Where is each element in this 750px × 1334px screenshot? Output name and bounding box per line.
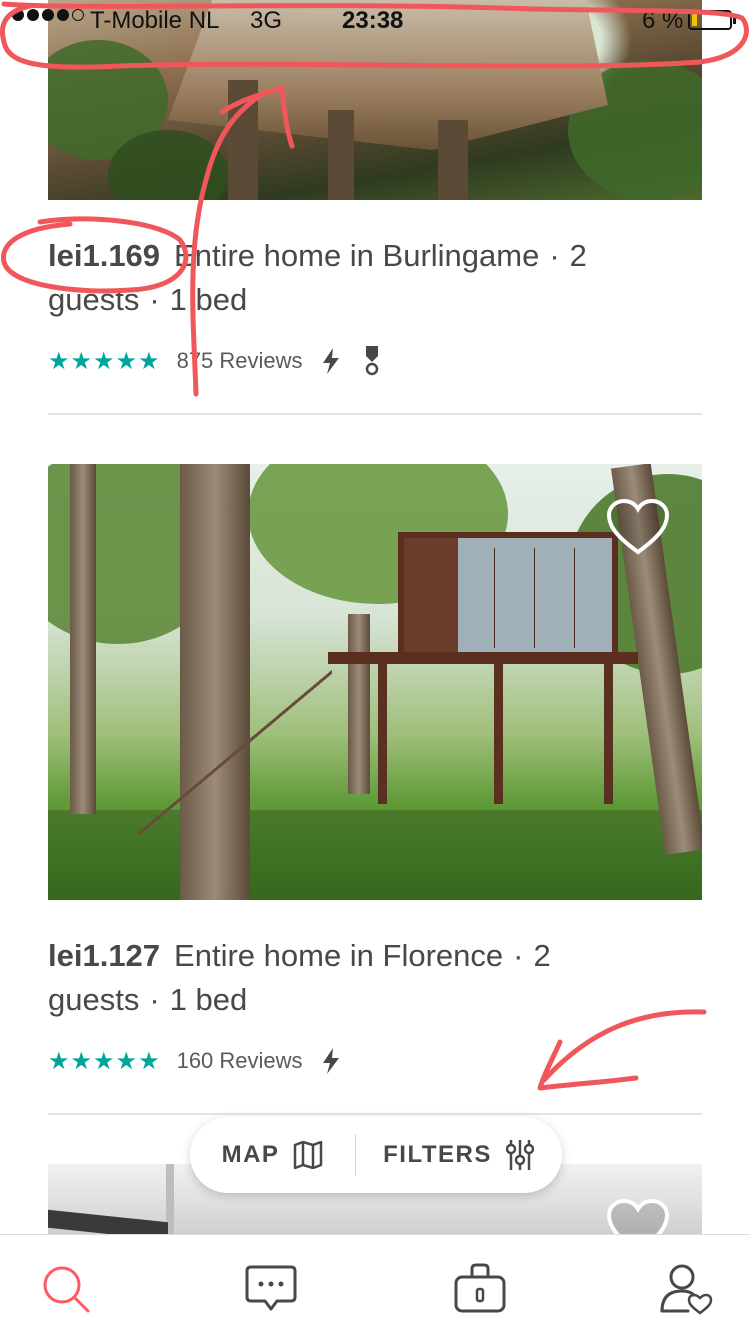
bolt-icon (322, 348, 339, 374)
divider (48, 1113, 702, 1115)
signal-strength-icon (12, 9, 84, 21)
profile-icon[interactable] (654, 1259, 714, 1319)
review-count: 160 Reviews (176, 1048, 303, 1073)
bolt-icon (322, 1048, 339, 1074)
divider (48, 413, 702, 415)
annotation-arrowhead-down-left (537, 1039, 639, 1091)
status-bar: T-Mobile NL 3G 23:38 6 % (0, 0, 750, 40)
carrier-name: T-Mobile NL (90, 7, 220, 34)
map-button[interactable]: MAP (190, 1117, 355, 1193)
annotation-arrow-down-left (541, 1009, 707, 1083)
star-rating: ★★★★★ (48, 1047, 161, 1075)
rating-row: ★★★★★ 160 Reviews (48, 1046, 341, 1076)
listing-price: lei1.169 (48, 238, 161, 273)
bottom-tab-bar (0, 1234, 750, 1334)
filters-label: FILTERS (383, 1141, 492, 1168)
listing-photo[interactable] (48, 464, 702, 900)
listing-title[interactable]: lei1.127 Entire home in Florence · 2 guests… (48, 934, 688, 1022)
battery-icon (688, 10, 736, 30)
sliders-icon (505, 1140, 534, 1170)
network-type: 3G (250, 7, 283, 34)
listing-type-location: Entire home in Burlingame (174, 238, 540, 273)
badge-icon (365, 346, 378, 376)
listing-beds: 1 bed (169, 282, 248, 317)
bag-icon[interactable] (450, 1259, 510, 1319)
listing-beds: 1 bed (169, 982, 248, 1017)
review-count: 875 Reviews (176, 348, 303, 373)
battery-percentage: 6 % (642, 7, 684, 34)
map-icon (294, 1141, 323, 1169)
listing-price: lei1.127 (48, 938, 161, 973)
search-icon[interactable] (36, 1259, 96, 1319)
map-label: MAP (221, 1141, 280, 1168)
listing-type-location: Entire home in Florence (174, 938, 504, 973)
heart-icon[interactable] (606, 498, 670, 556)
map-filters-pill: MAP FILTERS (190, 1117, 562, 1193)
star-rating: ★★★★★ (48, 347, 161, 375)
chat-bubble-icon[interactable] (241, 1259, 301, 1319)
rating-row: ★★★★★ 875 Reviews (48, 346, 381, 376)
listing-title[interactable]: lei1.169 Entire home in Burlingame · 2 gues… (48, 234, 688, 322)
status-time: 23:38 (342, 7, 404, 34)
filters-button[interactable]: FILTERS (356, 1117, 561, 1193)
